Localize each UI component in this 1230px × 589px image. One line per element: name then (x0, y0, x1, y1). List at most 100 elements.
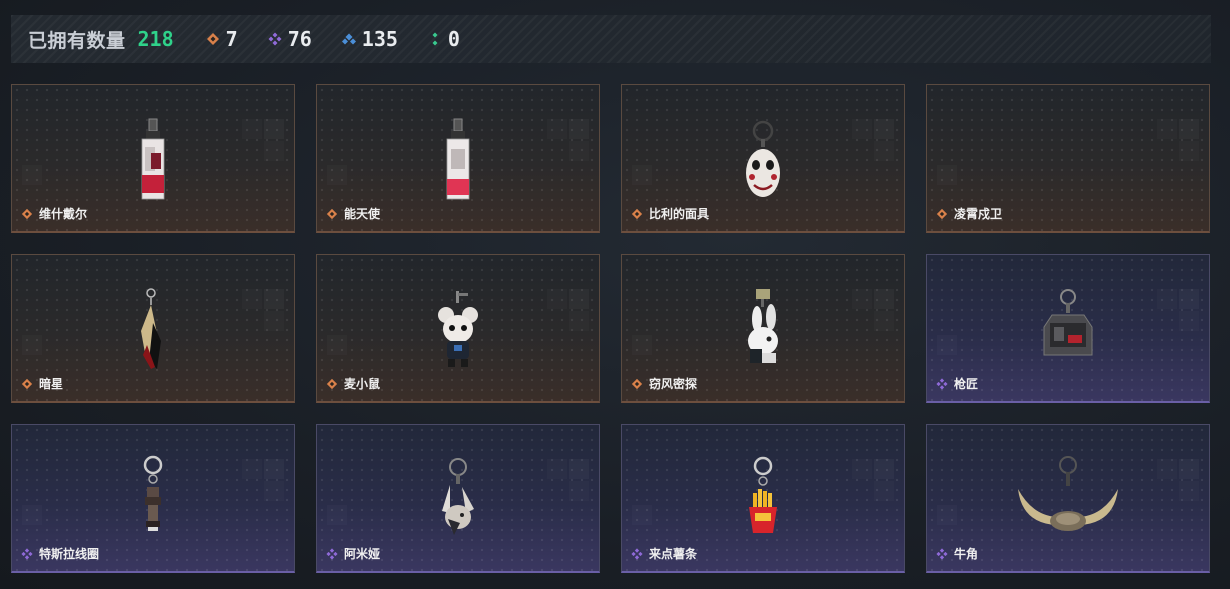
keychain-name: 阿米娅 (344, 547, 381, 561)
keychain-name: 暗星 (39, 377, 64, 391)
card-decoration (264, 119, 284, 139)
stat-blue: 135 (341, 27, 398, 51)
horns-keychain-icon (1018, 456, 1118, 531)
card-decoration (22, 335, 42, 355)
card-decoration (327, 335, 347, 355)
keychain-name: 麦小鼠 (344, 377, 381, 391)
tag-keychain-icon (446, 118, 470, 200)
keychain-label: 维什戴尔 (21, 205, 87, 222)
keychain-card[interactable]: 比利的面具 (621, 84, 905, 233)
keychain-card[interactable]: 窃风密探 (621, 254, 905, 403)
keychain-card[interactable]: 牛角 (926, 424, 1210, 573)
purple-diamond-icon (268, 32, 282, 46)
card-decoration (937, 335, 957, 355)
card-decoration (632, 165, 652, 185)
orange-diamond-icon (21, 208, 33, 219)
card-decoration (327, 165, 347, 185)
keychain-name: 牛角 (954, 547, 979, 561)
keychain-card[interactable]: 来点薯条 (621, 424, 905, 573)
keychain-label: 来点薯条 (631, 545, 697, 562)
keychain-card[interactable]: 维什戴尔 (11, 84, 295, 233)
card-decoration (937, 505, 957, 525)
keychain-label: 特斯拉线圈 (21, 545, 99, 562)
stat-green: 0 (428, 27, 460, 51)
keychain-label: 暗星 (21, 375, 63, 392)
mask-keychain-icon (746, 120, 780, 197)
keychain-card[interactable]: 能天使 (316, 84, 600, 233)
cabinet-keychain-icon (1043, 289, 1093, 356)
card-decoration (327, 505, 347, 525)
keychain-grid: 维什戴尔 能天使 比利的面具 凌霄戍卫 暗星 麦小鼠 窃风密探 枪匠 特斯拉线圈… (11, 84, 1214, 574)
card-decoration (264, 459, 284, 479)
keychain-label: 窃风密探 (631, 375, 697, 392)
keychain-card[interactable]: 阿米娅 (316, 424, 600, 573)
orange-diamond-icon (631, 208, 643, 219)
collection-page: 已拥有数量 218 7 76 135 0 维什戴尔 能天使 比利的面具 凌霄戍卫… (0, 0, 1230, 589)
bunny-keychain-icon (442, 458, 474, 535)
blade-keychain-icon (141, 288, 161, 369)
keychain-name: 维什戴尔 (39, 207, 88, 221)
keychain-label: 比利的面具 (631, 205, 709, 222)
card-decoration (264, 289, 284, 309)
tag-keychain-icon (141, 118, 165, 200)
keychain-card[interactable]: 暗星 (11, 254, 295, 403)
card-decoration (632, 335, 652, 355)
card-decoration (874, 119, 894, 139)
keychain-card[interactable]: 特斯拉线圈 (11, 424, 295, 573)
card-decoration (632, 505, 652, 525)
keychain-card[interactable]: 枪匠 (926, 254, 1210, 403)
stat-purple: 76 (268, 27, 312, 51)
blue-diamond-icon (341, 33, 356, 45)
keychain-name: 特斯拉线圈 (39, 547, 100, 561)
orange-diamond-icon (206, 33, 219, 45)
keychain-card[interactable]: 麦小鼠 (316, 254, 600, 403)
stat-orange: 7 (206, 27, 238, 51)
keychain-name: 枪匠 (954, 377, 979, 391)
purple-diamond-icon (21, 547, 33, 560)
card-decoration (1179, 459, 1199, 479)
keychain-name: 窃风密探 (649, 377, 698, 391)
card-decoration (569, 289, 589, 309)
card-decoration (22, 165, 42, 185)
card-decoration (874, 289, 894, 309)
green-diamond-icon (432, 32, 438, 46)
purple-diamond-icon (631, 547, 643, 560)
keychain-name: 凌霄戍卫 (954, 207, 1003, 221)
coil-keychain-icon (143, 455, 163, 531)
card-decoration (1179, 119, 1199, 139)
rabbit-keychain-icon (748, 289, 778, 363)
stat-value: 0 (447, 27, 460, 51)
keychain-label: 麦小鼠 (326, 375, 380, 392)
mouse-keychain-icon (438, 291, 478, 367)
card-decoration (22, 505, 42, 525)
purple-diamond-icon (936, 377, 948, 390)
orange-diamond-icon (21, 378, 33, 389)
collection-summary-bar: 已拥有数量 218 7 76 135 0 (11, 15, 1211, 63)
card-decoration (1179, 289, 1199, 309)
keychain-card[interactable]: 凌霄戍卫 (926, 84, 1210, 233)
keychain-label: 凌霄戍卫 (936, 205, 1002, 222)
card-decoration (937, 165, 957, 185)
owned-count-label: 已拥有数量 (28, 30, 126, 52)
stat-value: 7 (225, 27, 238, 51)
card-decoration (569, 459, 589, 479)
card-decoration (874, 459, 894, 479)
orange-diamond-icon (326, 378, 338, 389)
keychain-name: 来点薯条 (649, 547, 698, 561)
orange-diamond-icon (631, 378, 643, 389)
orange-diamond-icon (936, 208, 948, 219)
keychain-label: 枪匠 (936, 375, 978, 392)
orange-diamond-icon (326, 208, 338, 219)
stat-value: 76 (287, 27, 312, 51)
owned-count-value: 218 (137, 27, 174, 51)
card-decoration (569, 119, 589, 139)
purple-diamond-icon (936, 547, 948, 560)
keychain-label: 阿米娅 (326, 545, 380, 562)
keychain-name: 能天使 (344, 207, 381, 221)
keychain-label: 牛角 (936, 545, 978, 562)
purple-diamond-icon (326, 547, 338, 560)
keychain-label: 能天使 (326, 205, 380, 222)
keychain-name: 比利的面具 (649, 207, 710, 221)
fries-keychain-icon (749, 456, 777, 533)
stat-value: 135 (361, 27, 398, 51)
